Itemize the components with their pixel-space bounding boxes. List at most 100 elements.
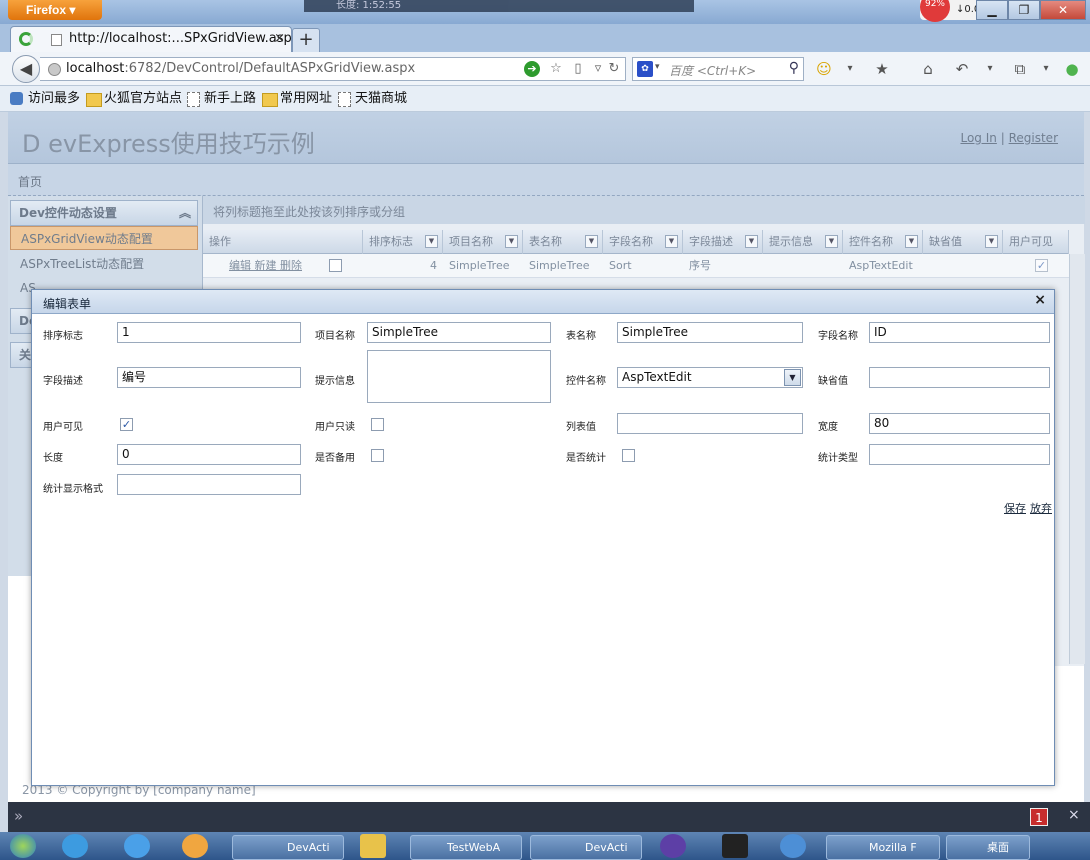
default-value-input[interactable] (869, 367, 1050, 388)
search-input[interactable]: 百度 <Ctrl+K> (669, 62, 756, 79)
dropdown-chevron-icon[interactable]: ▿ (590, 61, 606, 77)
grid-header-cell[interactable]: 排序标志 ▼ (363, 230, 443, 254)
notification-badge[interactable]: 1 (1030, 808, 1048, 826)
cancel-link[interactable]: 放弃 (1030, 500, 1052, 516)
grid-header-cell[interactable]: 提示信息 ▼ (763, 230, 843, 254)
taskbar-item[interactable]: Mozilla F (826, 835, 940, 860)
login-link[interactable]: Log In (960, 131, 996, 145)
close-icon[interactable]: × (1034, 292, 1046, 308)
undo-icon[interactable]: ↶ (952, 59, 972, 79)
tab-close-icon[interactable]: × (274, 27, 285, 51)
addon-close-icon[interactable]: × (1068, 807, 1080, 823)
grid-header-cell[interactable]: 项目名称 ▼ (443, 230, 523, 254)
maximize-button[interactable]: ❐ (1008, 0, 1040, 20)
filter-dropdown-icon[interactable]: ▼ (665, 235, 678, 248)
stat-type-input[interactable] (869, 444, 1050, 465)
nav-group-dev-controls[interactable]: Dev控件动态设置 ︽ (10, 200, 198, 226)
grid-header-cell[interactable]: 表名称 ▼ (523, 230, 603, 254)
project-name-input[interactable]: SimpleTree (367, 322, 551, 343)
addon-dropdown-icon[interactable]: ▾ (840, 59, 860, 79)
table-row[interactable]: 编辑 新建 删除 4 SimpleTree SimpleTree Sort 序号… (203, 254, 1069, 278)
bookmark-firefox-official[interactable]: 火狐官方站点 (86, 90, 182, 108)
table-name-input[interactable]: SimpleTree (617, 322, 803, 343)
filter-dropdown-icon[interactable]: ▼ (585, 235, 598, 248)
chevron-down-icon[interactable]: ▼ (784, 369, 801, 386)
save-link[interactable]: 保存 (1004, 500, 1026, 516)
search-icon[interactable]: ⚲ (789, 60, 799, 76)
row-command-links[interactable]: 编辑 新建 删除 (223, 254, 363, 278)
windows-icon[interactable] (62, 834, 88, 858)
app-icon[interactable] (780, 834, 806, 858)
grid-header-cell[interactable]: 用户可见 (1003, 230, 1069, 254)
row-select-checkbox[interactable] (329, 259, 342, 272)
width-input[interactable]: 80 (869, 413, 1050, 434)
register-link[interactable]: Register (1009, 131, 1058, 145)
stat-format-input[interactable] (117, 474, 301, 495)
field-name-input[interactable]: ID (869, 322, 1050, 343)
group-panel[interactable]: 将列标题拖至此处按该列排序或分组 (203, 196, 1085, 224)
address-bar[interactable]: localhost:6782/DevControl/DefaultASPxGri… (40, 57, 626, 81)
nav-item-gridview[interactable]: ASPxGridView动态配置 (10, 226, 198, 250)
filter-dropdown-icon[interactable]: ▼ (505, 235, 518, 248)
folder-icon[interactable] (360, 834, 386, 858)
url-text[interactable]: localhost:6782/DevControl/DefaultASPxGri… (66, 61, 415, 76)
search-engine-dropdown-icon[interactable]: ▾ (655, 62, 660, 72)
window-close-button[interactable]: ✕ (1040, 0, 1086, 20)
tab-active[interactable]: http://localhost:...SPxGridView.aspx × (10, 26, 300, 52)
filter-dropdown-icon[interactable]: ▼ (985, 235, 998, 248)
crop-dropdown-icon[interactable]: ▾ (1036, 59, 1056, 79)
double-chevron-icon[interactable]: » (14, 807, 23, 825)
user-readonly-checkbox[interactable] (371, 418, 384, 431)
go-arrow-icon[interactable]: ➔ (524, 61, 540, 77)
bookmark-getting-started[interactable]: 新手上路 (186, 90, 256, 108)
menu-item-home[interactable]: 首页 (18, 173, 42, 190)
chat-icon[interactable]: ● (1062, 59, 1082, 79)
emoji-addon-icon[interactable]: ☺ (814, 59, 834, 79)
tip-info-memo[interactable] (367, 350, 551, 403)
firefox-menu-button[interactable]: Firefox ▾ (8, 0, 102, 20)
filter-dropdown-icon[interactable]: ▼ (745, 235, 758, 248)
is-stat-checkbox[interactable] (622, 449, 635, 462)
grid-header-cell[interactable]: 控件名称 ▼ (843, 230, 923, 254)
reload-icon[interactable]: ↻ (606, 61, 622, 77)
app-icon[interactable] (660, 834, 686, 858)
is-backup-checkbox[interactable] (371, 449, 384, 462)
home-icon[interactable]: ⌂ (918, 59, 938, 79)
app-b-icon[interactable] (722, 834, 748, 858)
undo-dropdown-icon[interactable]: ▾ (980, 59, 1000, 79)
baidu-paw-icon[interactable]: ✿ (637, 61, 653, 77)
list-value-input[interactable] (617, 413, 803, 434)
collapse-chevron-icon[interactable]: ︽ (179, 201, 191, 225)
minimize-button[interactable]: ▁ (976, 0, 1008, 20)
search-bar[interactable]: ✿ ▾ 百度 <Ctrl+K> ⚲ (632, 57, 804, 81)
bookmark-common-sites[interactable]: 常用网址 (262, 90, 332, 108)
filter-dropdown-icon[interactable]: ▼ (905, 235, 918, 248)
grid-header-cell[interactable]: 缺省值 ▼ (923, 230, 1003, 254)
ie-icon[interactable] (124, 834, 150, 858)
filter-dropdown-icon[interactable]: ▼ (425, 235, 438, 248)
dialog-header[interactable]: 编辑表单 × (32, 290, 1054, 314)
taskbar-item[interactable]: DevActi (530, 835, 642, 860)
grid-header-cell[interactable]: 字段描述 ▼ (683, 230, 763, 254)
new-tab-button[interactable]: + (292, 28, 320, 52)
taskbar-item[interactable]: TestWebA (410, 835, 522, 860)
grid-scrollbar[interactable] (1069, 254, 1085, 664)
crop-icon[interactable]: ⧉ (1010, 59, 1030, 79)
sort-flag-input[interactable]: 1 (117, 322, 301, 343)
bookmark-star-icon[interactable]: ☆ (548, 61, 564, 77)
back-button[interactable]: ◀ (12, 55, 40, 83)
firefox-taskbar-icon[interactable] (182, 834, 208, 858)
taskbar-item[interactable]: 桌面 (946, 835, 1030, 860)
field-desc-input[interactable]: 编号 (117, 367, 301, 388)
mobile-icon[interactable]: ▯ (570, 61, 586, 77)
user-visible-checkbox[interactable]: ✓ (120, 418, 133, 431)
grid-header-cell[interactable]: 字段名称 ▼ (603, 230, 683, 254)
nav-item-treelist[interactable]: ASPxTreeList动态配置 (10, 252, 198, 276)
control-name-combobox[interactable]: AspTextEdit ▼ (617, 367, 803, 388)
bookmarks-star-icon[interactable]: ★ (872, 59, 892, 79)
length-input[interactable]: 0 (117, 444, 301, 465)
bookmark-tmall[interactable]: 天猫商城 (337, 90, 407, 108)
grid-header-cell[interactable]: 操作 (203, 230, 363, 254)
start-orb-icon[interactable] (10, 834, 36, 858)
filter-dropdown-icon[interactable]: ▼ (825, 235, 838, 248)
